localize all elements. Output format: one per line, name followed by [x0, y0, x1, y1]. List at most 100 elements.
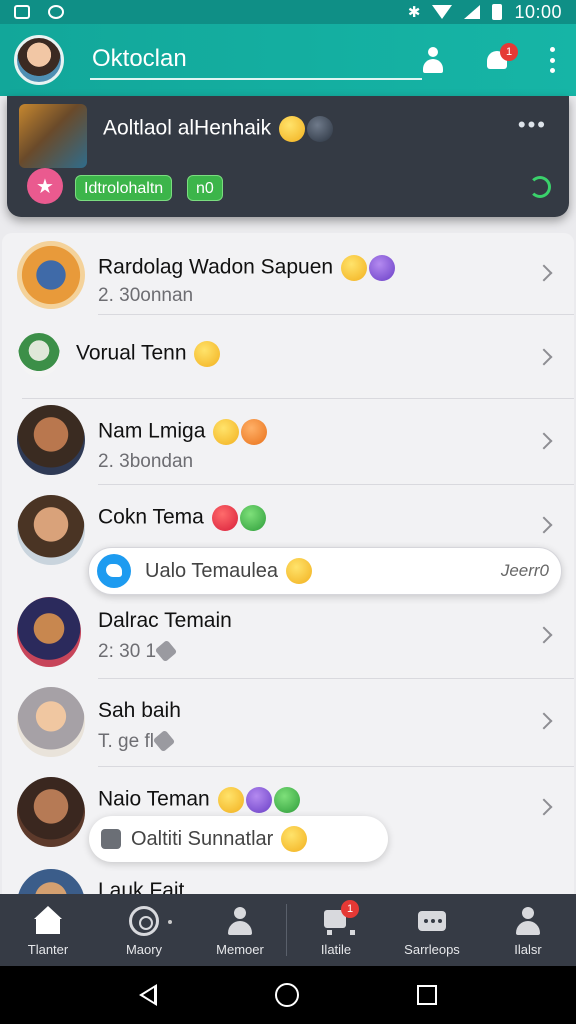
emoji-icon — [211, 505, 238, 531]
pinned-chat-title: Aoltlaol alHenhaik — [103, 116, 272, 140]
sync-icon[interactable] — [529, 176, 551, 198]
message-box-icon — [101, 829, 121, 849]
photo-notification-icon — [14, 5, 30, 19]
chat-avatar — [17, 777, 85, 847]
home-icon — [33, 906, 63, 936]
chevron-right-icon — [535, 712, 553, 730]
chat-avatar — [17, 869, 85, 897]
chat-avatar — [17, 597, 81, 667]
chat-subtitle: 2. 3bondan — [98, 451, 194, 472]
chat-avatar — [18, 333, 60, 377]
smile-emoji-icon — [286, 558, 313, 584]
reply-preview-text: Ualo Temaulea — [145, 559, 279, 582]
nav-item-ilalsr[interactable]: Ilalsr — [480, 894, 576, 966]
laugh-emoji-icon — [194, 341, 221, 367]
chat-name: Naio Teman — [98, 787, 210, 811]
profile-avatar[interactable] — [14, 35, 64, 85]
pen-icon — [154, 639, 178, 663]
pinned-chat-card[interactable]: Aoltlaol alHenhaik ••• ★ Idtrolohaltn n0 — [7, 96, 569, 217]
chat-name: Dalrac Temain — [98, 609, 232, 632]
wink-emoji-icon — [340, 255, 367, 281]
chat-list-item[interactable]: Lauk Fait — [2, 867, 574, 897]
pinned-chip[interactable]: n0 — [187, 175, 223, 201]
emoji-icon — [241, 419, 268, 445]
nav-divider — [286, 904, 287, 956]
smile-emoji-icon — [278, 116, 305, 142]
twitter-bird-icon — [97, 554, 131, 588]
chat-subtitle: 2. 30onnan — [98, 285, 194, 306]
chat-list-item[interactable]: Sah baih T. ge fl — [2, 679, 574, 767]
chevron-right-icon — [535, 432, 553, 450]
system-navigation-bar — [0, 966, 576, 1024]
nav-dot — [168, 920, 172, 924]
emoji-icon — [213, 419, 240, 445]
nav-label: Sarrleops — [404, 942, 460, 957]
star-icon[interactable]: ★ — [27, 168, 63, 204]
pinned-chat-thumbnail — [19, 104, 87, 168]
status-preview-text: Oaltiti Sunnatlar — [131, 827, 274, 850]
bottom-navigation: Tlanter Maory Memoer 1 Ilatile Sarrleops… — [0, 894, 576, 966]
nav-item-ilatile[interactable]: 1 Ilatile — [288, 894, 384, 966]
emoji-icon — [245, 787, 272, 813]
ball-icon — [129, 906, 159, 936]
nav-item-home[interactable]: Tlanter — [0, 894, 96, 966]
chat-subtitle: 2: 30 1 — [98, 641, 157, 662]
nav-label: Memoer — [216, 942, 264, 957]
nav-badge: 1 — [341, 900, 359, 918]
back-icon[interactable] — [139, 984, 157, 1006]
bluetooth-icon: ✱ — [407, 4, 421, 21]
chat-name: Sah baih — [98, 699, 181, 722]
smile-emoji-icon — [281, 826, 308, 852]
emoji-icon — [217, 787, 244, 813]
chat-list-item[interactable]: Vorual Tenn — [2, 315, 574, 399]
nav-label: Ilalsr — [514, 942, 542, 957]
battery-icon — [492, 4, 503, 20]
search-input[interactable] — [90, 40, 422, 80]
chevron-right-icon — [535, 348, 553, 366]
chat-list-item[interactable]: Rardolag Wadon Sapuen 2. 30onnan — [2, 233, 574, 315]
notification-badge: 1 — [500, 43, 518, 61]
status-bar: ✱ 10:00 — [0, 0, 576, 24]
notification-icon[interactable]: 1 — [484, 43, 518, 73]
app-bar: 1 — [0, 24, 576, 96]
sync-notification-icon — [48, 5, 64, 19]
chat-avatar — [17, 405, 85, 475]
nav-item-sarrleops[interactable]: Sarrleops — [384, 894, 480, 966]
emoji-icon — [239, 505, 266, 531]
more-vertical-icon[interactable] — [550, 47, 556, 73]
nav-label: Tlanter — [27, 942, 69, 957]
emoji-icon — [306, 116, 333, 142]
wifi-icon — [432, 5, 453, 19]
chat-list-item[interactable]: Dalrac Temain 2: 30 1 — [2, 589, 574, 679]
home-circle-icon[interactable] — [275, 983, 299, 1007]
user-icon — [225, 906, 255, 936]
chevron-right-icon — [535, 264, 553, 282]
chat-name: Nam Lmiga — [98, 419, 206, 443]
emoji-icon — [368, 255, 395, 281]
chat-icon — [417, 906, 447, 936]
chat-subtitle: T. ge fl — [98, 731, 154, 752]
chat-app-screen: ✱ 10:00 1 Aoltlaol alHenhaik ••• ★ Idtro — [0, 0, 576, 1024]
nav-label: Ilatile — [320, 942, 352, 957]
chevron-right-icon — [535, 798, 553, 816]
chat-avatar — [17, 241, 85, 309]
nav-item-memoer[interactable]: Memoer — [192, 894, 288, 966]
chat-avatar — [17, 687, 85, 757]
chat-name: Cokn Tema — [98, 505, 204, 529]
chat-name: Rardolag Wadon Sapuen — [98, 255, 334, 279]
chat-list-item[interactable]: Nam Lmiga 2. 3bondan — [2, 399, 574, 485]
pinned-chip[interactable]: Idtrolohaltn — [75, 175, 173, 201]
chat-name: Vorual Tenn — [76, 341, 187, 365]
nav-item-maory[interactable]: Maory — [96, 894, 192, 966]
cart-icon: 1 — [321, 900, 359, 936]
status-preview-pill[interactable]: Oaltiti Sunnatlar — [89, 816, 388, 862]
chevron-right-icon — [535, 626, 553, 644]
status-time: 10:00 — [514, 1, 562, 22]
contacts-icon[interactable] — [422, 47, 444, 73]
reply-preview-pill[interactable]: Ualo Temaulea Jeerr0 — [88, 547, 562, 595]
reply-preview-meta: Jeerr0 — [500, 561, 549, 580]
search-field[interactable] — [90, 34, 422, 86]
chevron-right-icon — [535, 516, 553, 534]
pinned-more-button[interactable]: ••• — [518, 112, 547, 138]
recent-apps-icon[interactable] — [417, 985, 437, 1005]
